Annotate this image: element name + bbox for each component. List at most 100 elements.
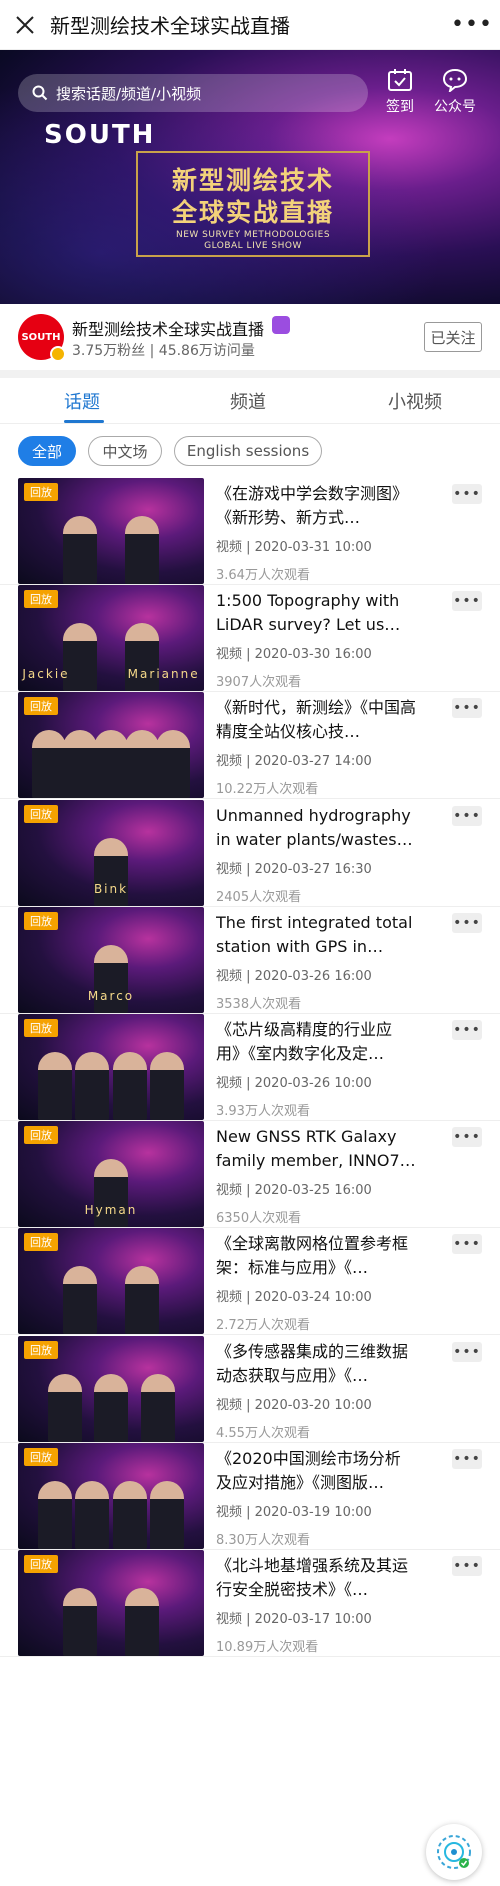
tab-channels[interactable]: 频道: [230, 388, 266, 414]
item-view-count: 3.93万人次观看: [216, 1104, 310, 1119]
item-title[interactable]: 《在游戏中学会数字测图》《新形势、新方式…: [216, 482, 416, 530]
follow-button[interactable]: 已关注: [424, 322, 482, 352]
content-tabs: 话题 频道 小视频: [0, 378, 500, 424]
signin-button[interactable]: 签到: [370, 68, 430, 116]
item-view-count: 3907人次观看: [216, 675, 302, 690]
speaker-figure: [125, 730, 159, 798]
thumbnail-caption: Jackie Marianne: [22, 667, 200, 681]
list-item[interactable]: 回放 《新时代，新测绘》《中国高精度全站仪核心技… 视频 | 2020-03-27 …: [0, 692, 500, 799]
more-button[interactable]: •••: [444, 0, 500, 50]
list-item[interactable]: 回放 《多传感器集成的三维数据动态获取与应用》《… 视频 | 2020-03-20 …: [0, 1336, 500, 1443]
item-title[interactable]: The first integrated total station with …: [216, 911, 416, 959]
item-title[interactable]: 《芯片级高精度的行业应用》《室内数字化及定…: [216, 1018, 416, 1066]
replay-badge: 回放: [24, 1341, 58, 1359]
item-view-count: 4.55万人次观看: [216, 1426, 310, 1441]
list-item[interactable]: 回放 《在游戏中学会数字测图》《新形势、新方式… 视频 | 2020-03-31 1…: [0, 478, 500, 585]
item-title[interactable]: Unmanned hydrography in water plants/was…: [216, 804, 416, 852]
item-more-button[interactable]: •••: [452, 484, 482, 504]
replay-badge: 回放: [24, 1126, 58, 1144]
poster-title-line1: 新型测绘技术: [171, 166, 334, 195]
brand-logo: SOUTH: [44, 120, 156, 150]
list-item[interactable]: 回放 《2020中国测绘市场分析及应对措施》《测图版… 视频 | 2020-03-1…: [0, 1443, 500, 1550]
replay-badge: 回放: [24, 805, 58, 823]
item-view-count: 8.30万人次观看: [216, 1533, 310, 1548]
item-view-count: 10.22万人次观看: [216, 782, 319, 797]
replay-badge: 回放: [24, 697, 58, 715]
replay-badge: 回放: [24, 590, 58, 608]
speaker-figure: [113, 1052, 147, 1120]
account-stats: 3.75万粉丝 | 45.86万访问量: [72, 343, 255, 359]
video-thumbnail[interactable]: 回放: [18, 1014, 204, 1120]
video-thumbnail[interactable]: 回放: [18, 1228, 204, 1334]
signin-label: 签到: [386, 99, 414, 115]
item-more-button[interactable]: •••: [452, 591, 482, 611]
video-thumbnail[interactable]: 回放 Marco: [18, 907, 204, 1013]
speaker-figure: [63, 516, 97, 584]
poster-title-line2: 全球实战直播: [171, 198, 334, 227]
speaker-figure: [48, 1374, 82, 1442]
item-more-button[interactable]: •••: [452, 1342, 482, 1362]
item-more-button[interactable]: •••: [452, 1234, 482, 1254]
list-item[interactable]: 回放 Jackie Marianne 1:500 Topography with L…: [0, 585, 500, 692]
list-item[interactable]: 回放 Hyman New GNSS RTK Galaxy family member…: [0, 1121, 500, 1228]
chip-all[interactable]: 全部: [18, 436, 76, 466]
item-title[interactable]: 《北斗地基增强系统及其运行安全脱密技术》《…: [216, 1554, 416, 1602]
item-title[interactable]: 1:500 Topography with LiDAR survey? Let …: [216, 589, 416, 637]
item-title[interactable]: 《全球离散网格位置参考框架：标准与应用》《…: [216, 1232, 416, 1280]
official-account-button[interactable]: 公众号: [425, 68, 485, 116]
section-divider: [0, 370, 500, 378]
filter-chips: 全部 中文场 English sessions: [0, 436, 500, 466]
speaker-figure: [150, 1052, 184, 1120]
video-thumbnail[interactable]: 回放: [18, 1550, 204, 1656]
chip-english[interactable]: English sessions: [174, 436, 322, 466]
item-more-button[interactable]: •••: [452, 1556, 482, 1576]
avatar[interactable]: SOUTH: [18, 314, 66, 362]
item-view-count: 3538人次观看: [216, 997, 302, 1012]
poster-subtitle: NEW SURVEY METHODOLOGIES GLOBAL LIVE SHO…: [175, 230, 331, 251]
video-thumbnail[interactable]: 回放 Bink: [18, 800, 204, 906]
item-title[interactable]: 《新时代，新测绘》《中国高精度全站仪核心技…: [216, 696, 416, 744]
speaker-figure: [156, 730, 190, 798]
item-more-button[interactable]: •••: [452, 806, 482, 826]
item-meta: 视频 | 2020-03-26 10:00: [216, 1076, 372, 1091]
close-button[interactable]: [0, 0, 50, 50]
poster-title-frame: 新型测绘技术 全球实战直播 NEW SURVEY METHODOLOGIES G…: [136, 151, 370, 257]
list-item[interactable]: 回放 《芯片级高精度的行业应用》《室内数字化及定… 视频 | 2020-03-26 …: [0, 1014, 500, 1121]
item-title[interactable]: 《2020中国测绘市场分析及应对措施》《测图版…: [216, 1447, 416, 1495]
speaker-figure: [75, 1481, 109, 1549]
item-more-button[interactable]: •••: [452, 1020, 482, 1040]
item-view-count: 3.64万人次观看: [216, 568, 310, 583]
tab-topics[interactable]: 话题: [64, 388, 100, 414]
chat-bubble-icon: [442, 68, 468, 92]
replay-badge: 回放: [24, 1019, 58, 1037]
speaker-figure: [75, 1052, 109, 1120]
item-meta: 视频 | 2020-03-25 16:00: [216, 1183, 372, 1198]
item-meta: 视频 | 2020-03-27 14:00: [216, 754, 372, 769]
list-item[interactable]: 回放 《北斗地基增强系统及其运行安全脱密技术》《… 视频 | 2020-03-17 …: [0, 1550, 500, 1657]
video-thumbnail[interactable]: 回放 Hyman: [18, 1121, 204, 1227]
tab-short-videos[interactable]: 小视频: [388, 388, 442, 414]
list-item[interactable]: 回放 Bink Unmanned hydrography in water plan…: [0, 800, 500, 907]
video-thumbnail[interactable]: 回放: [18, 1336, 204, 1442]
item-more-button[interactable]: •••: [452, 1127, 482, 1147]
floating-assistant-button[interactable]: [426, 1824, 482, 1880]
speaker-figure: [150, 1481, 184, 1549]
video-thumbnail[interactable]: 回放: [18, 692, 204, 798]
video-thumbnail[interactable]: 回放: [18, 1443, 204, 1549]
search-input[interactable]: 搜索话题/频道/小视频: [18, 74, 368, 112]
assistant-icon: [437, 1835, 471, 1869]
item-more-button[interactable]: •••: [452, 698, 482, 718]
video-thumbnail[interactable]: 回放 Jackie Marianne: [18, 585, 204, 691]
chip-chinese[interactable]: 中文场: [88, 436, 162, 466]
item-view-count: 2405人次观看: [216, 890, 302, 905]
list-item[interactable]: 回放 《全球离散网格位置参考框架：标准与应用》《… 视频 | 2020-03-24 …: [0, 1228, 500, 1335]
video-thumbnail[interactable]: 回放: [18, 478, 204, 584]
item-more-button[interactable]: •••: [452, 913, 482, 933]
speaker-figure: [63, 1588, 97, 1656]
item-more-button[interactable]: •••: [452, 1449, 482, 1469]
item-title[interactable]: New GNSS RTK Galaxy family member, INNO7…: [216, 1125, 416, 1173]
list-item[interactable]: 回放 Marco The first integrated total statio…: [0, 907, 500, 1014]
active-tab-indicator: [64, 420, 104, 423]
item-title[interactable]: 《多传感器集成的三维数据动态获取与应用》《…: [216, 1340, 416, 1388]
item-meta: 视频 | 2020-03-27 16:30: [216, 862, 372, 877]
